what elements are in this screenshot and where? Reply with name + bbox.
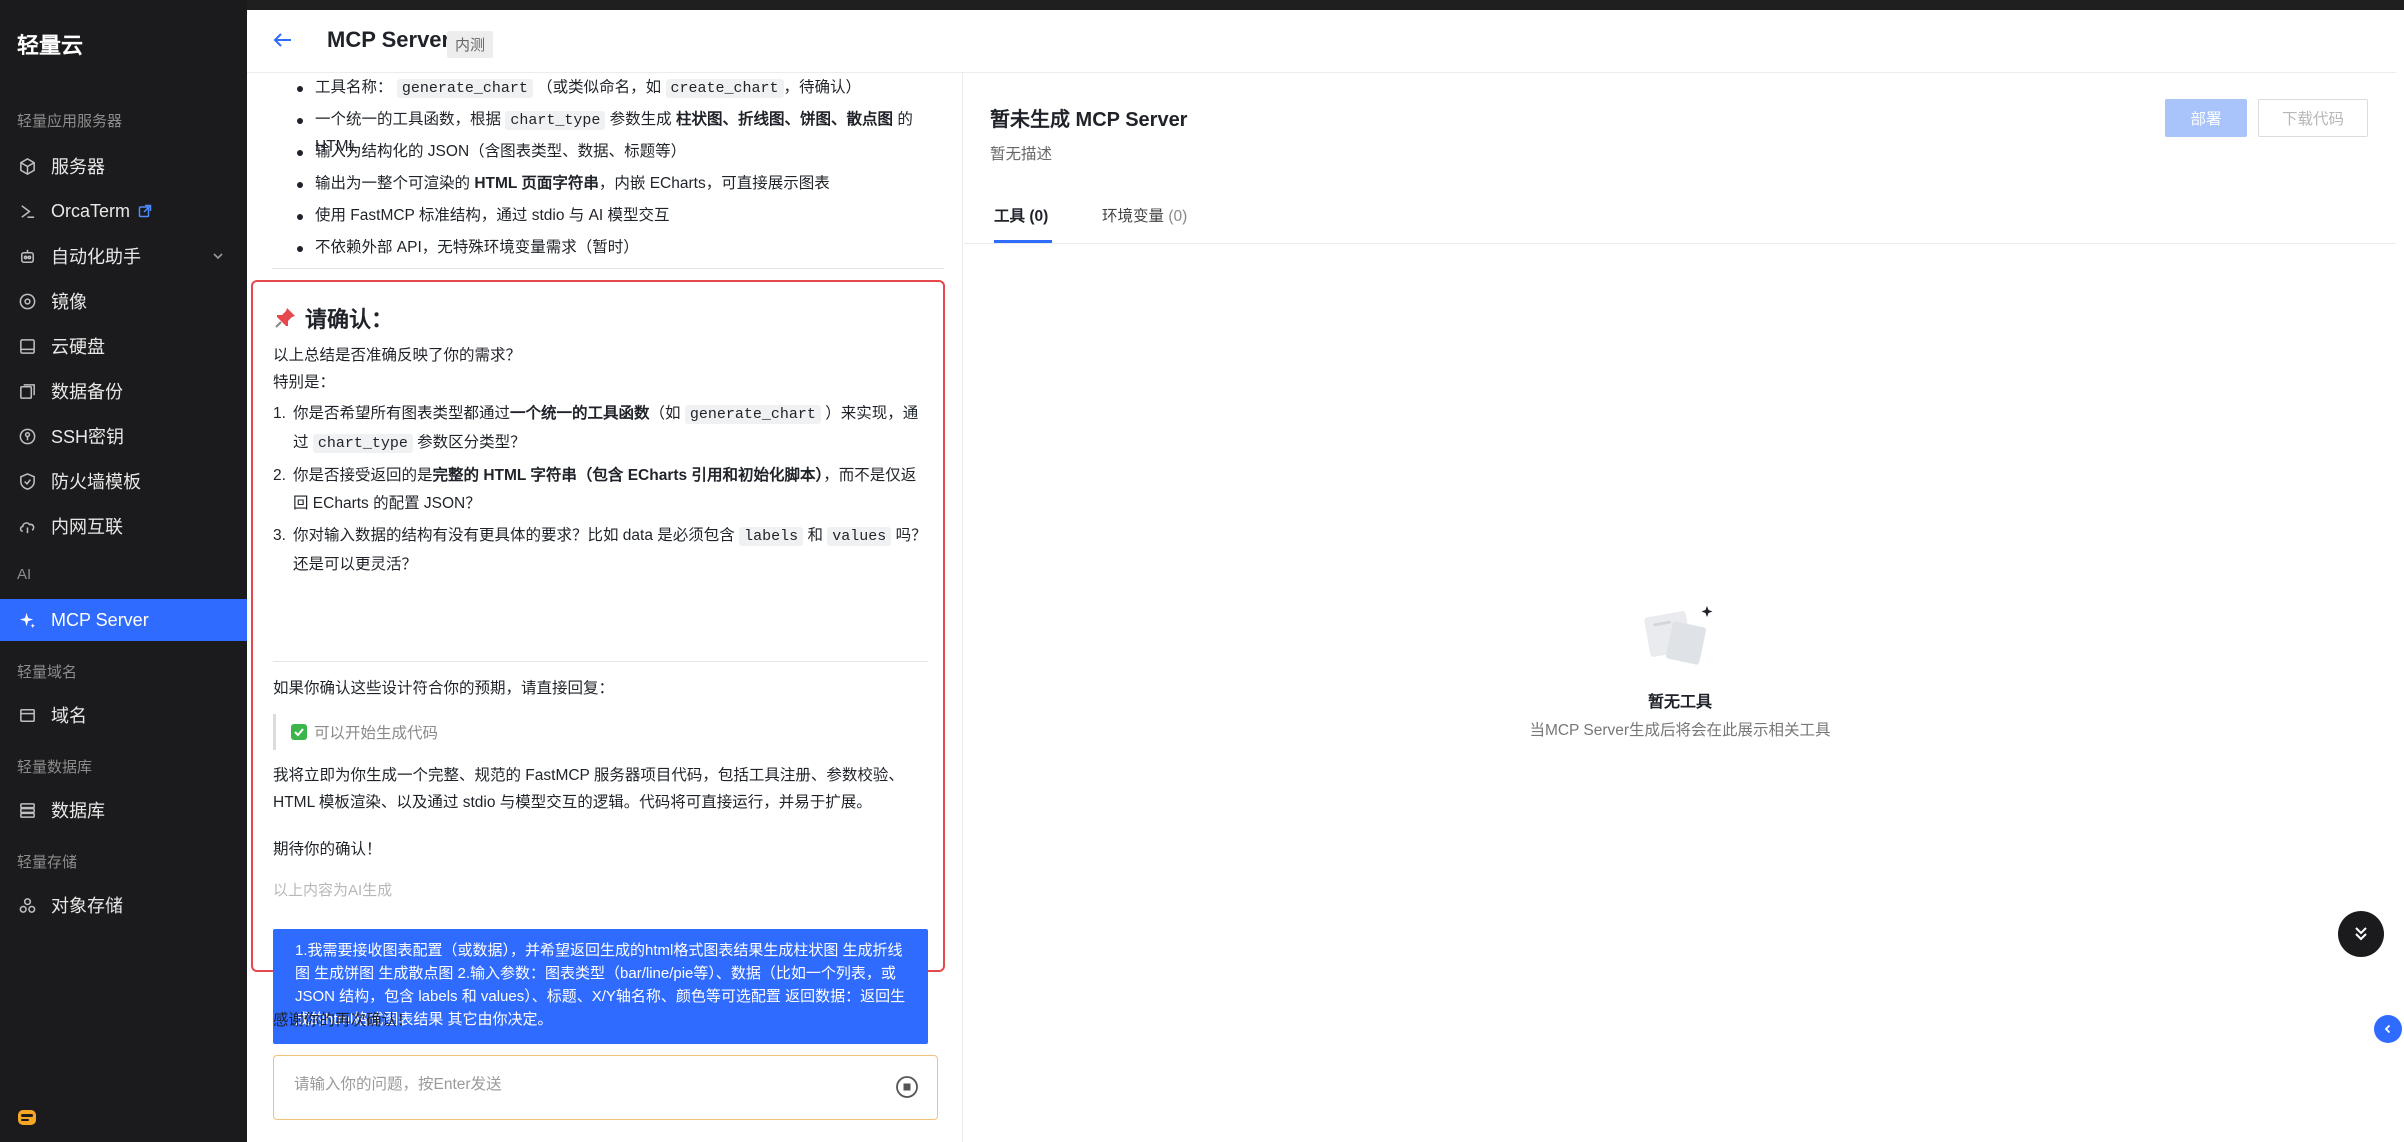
list-item: 不依赖外部 API，无特殊环境变量需求（暂时）: [293, 235, 933, 267]
sidebar-item-ssh[interactable]: SSH密钥: [0, 415, 247, 457]
confirm-title: 请确认：: [273, 302, 393, 334]
sidebar-item-label: SSH密钥: [51, 427, 125, 447]
deploy-button[interactable]: 部署: [2165, 99, 2247, 137]
sidebar: 轻量云 轻量应用服务器 服务器 OrcaTerm 自动化助手 镜像 云硬盘 数据…: [0, 0, 247, 1142]
beta-badge: 内测: [447, 31, 494, 58]
brand-logo: 轻量云: [17, 33, 84, 58]
mcp-detail-panel: 暂未生成 MCP Server 暂无描述 部署 下载代码 工具 (0) 环境变量…: [964, 73, 2396, 1142]
empty-state-title: 暂无工具: [1647, 694, 1712, 711]
list-item: 3. 你对输入数据的结构有没有更具体的要求？比如 data 是必须包含 label…: [273, 527, 927, 573]
disk-icon: [17, 336, 37, 356]
confirm-special: 特别是：: [273, 374, 336, 391]
list-item: 输入为结构化的 JSON（含图表类型、数据、标题等）: [293, 139, 933, 171]
divider: [273, 661, 928, 662]
sidebar-item-label: 云硬盘: [51, 337, 105, 357]
section-light-db: 轻量数据库: [17, 759, 93, 776]
pushpin-icon: [275, 308, 295, 328]
section-light-server: 轻量应用服务器: [17, 113, 123, 130]
divider: [272, 268, 944, 269]
chat-input-box: [273, 1055, 938, 1120]
sidebar-item-orcaterm[interactable]: OrcaTerm: [0, 190, 247, 232]
sidebar-item-server[interactable]: 服务器: [0, 145, 247, 187]
sidebar-item-cloud-disk[interactable]: 云硬盘: [0, 325, 247, 367]
storage-icon: [17, 895, 37, 915]
sparkle-icon: [17, 610, 37, 630]
ai-generated-note: 以上内容为AI生成: [273, 882, 393, 899]
disc-icon: [17, 291, 37, 311]
sidebar-item-label: 镜像: [51, 292, 87, 312]
list-item: 2. 你是否接受返回的是完整的 HTML 字符串（包含 ECharts 引用和初始…: [273, 467, 917, 512]
section-light-domain: 轻量域名: [17, 664, 78, 681]
tab-env-vars[interactable]: 环境变量 (0): [1102, 204, 1187, 226]
page-title: MCP Server: [327, 27, 451, 52]
confirm-message-highlight: 请确认： 以上总结是否准确反映了你的需求？ 特别是： 1. 你是否希望所有图表类型…: [251, 280, 945, 1044]
sidebar-item-intranet[interactable]: 内网互联: [0, 505, 247, 547]
page-header: MCP Server 内测: [247, 10, 2396, 73]
quoted-reply: 可以开始生成代码: [273, 714, 438, 750]
sidebar-item-automation[interactable]: 自动化助手: [0, 235, 247, 277]
chevron-down-icon: [213, 253, 223, 260]
list-item: 工具名称： generate_chart （或类似命名，如 create_cha…: [293, 75, 933, 107]
sidebar-item-mcp-server[interactable]: MCP Server: [0, 599, 247, 641]
sidebar-item-label: 数据备份: [51, 382, 123, 402]
sidebar-item-domain[interactable]: 域名: [0, 694, 247, 736]
robot-icon: [17, 246, 37, 266]
reply-prompt: 如果你确认这些设计符合你的预期，请直接回复：: [273, 680, 615, 697]
plan-text: 我将立即为你生成一个完整、规范的 FastMCP 服务器项目代码，包括工具注册、…: [273, 767, 904, 811]
network-icon: [17, 516, 37, 536]
list-item: 1. 你是否希望所有图表类型都通过一个统一的工具函数（如 generate_cha…: [273, 405, 919, 453]
empty-documents-icon: [1644, 606, 1713, 665]
chat-input[interactable]: [294, 1076, 874, 1094]
sidebar-item-label: MCP Server: [51, 609, 149, 630]
empty-state-subtitle: 当MCP Server生成后将会在此展示相关工具: [1529, 722, 1831, 739]
cube-icon: [17, 156, 37, 176]
double-chevron-down-icon: [2355, 927, 2367, 941]
server-description: 暂无描述: [990, 146, 1053, 163]
top-bar: [0, 0, 2404, 10]
sidebar-item-label: 自动化助手: [51, 247, 141, 267]
back-arrow-icon[interactable]: [271, 28, 295, 52]
server-title: 暂未生成 MCP Server: [990, 109, 1188, 131]
external-link-icon: [138, 204, 152, 218]
sidebar-item-label: 防火墙模板: [51, 472, 141, 492]
sidebar-item-label: 对象存储: [51, 896, 123, 916]
sidebar-item-label: 域名: [51, 706, 87, 726]
sidebar-item-firewall[interactable]: 防火墙模板: [0, 460, 247, 502]
scroll-to-bottom-button[interactable]: [2338, 911, 2384, 957]
database-icon: [17, 800, 37, 820]
terminal-icon: [17, 201, 37, 221]
collapse-panel-button[interactable]: [2374, 1015, 2402, 1043]
confirm-questions: 1. 你是否希望所有图表类型都通过一个统一的工具函数（如 generate_cha…: [273, 400, 928, 583]
shield-icon: [17, 471, 37, 491]
mascot-icon[interactable]: [16, 1106, 38, 1128]
sidebar-item-image[interactable]: 镜像: [0, 280, 247, 322]
sidebar-item-backup[interactable]: 数据备份: [0, 370, 247, 412]
backup-icon: [17, 381, 37, 401]
list-item: 使用 FastMCP 标准结构，通过 stdio 与 AI 模型交互: [293, 203, 933, 235]
sidebar-item-label: OrcaTerm: [51, 200, 131, 221]
list-item: 输出为一整个可渲染的 HTML 页面字符串，内嵌 ECharts，可直接展示图表: [293, 171, 933, 203]
tab-tools[interactable]: 工具 (0): [994, 204, 1048, 226]
expect-text: 期待你的确认！: [273, 841, 382, 858]
assistant-reply: 感谢你的再次确认！: [273, 1012, 413, 1029]
summary-list: 工具名称： generate_chart （或类似命名，如 create_cha…: [293, 73, 933, 267]
confirm-intro: 以上总结是否准确反映了你的需求？: [273, 347, 522, 364]
download-code-button[interactable]: 下载代码: [2258, 99, 2368, 137]
list-item: 一个统一的工具函数，根据 chart_type 参数生成 柱状图、折线图、饼图、…: [293, 107, 933, 155]
checkmark-icon: [291, 724, 307, 740]
sidebar-item-label: 内网互联: [51, 517, 123, 537]
domain-icon: [17, 705, 37, 725]
key-icon: [17, 426, 37, 446]
section-light-storage: 轻量存储: [17, 854, 78, 871]
chevron-left-icon: [2384, 1024, 2391, 1034]
sidebar-item-database[interactable]: 数据库: [0, 789, 247, 831]
detail-tabs: 工具 (0) 环境变量 (0): [964, 188, 2396, 244]
sidebar-item-label: 服务器: [51, 157, 105, 177]
tab-underline: [994, 240, 1052, 243]
chat-panel: 工具名称： generate_chart （或类似命名，如 create_cha…: [247, 73, 963, 1142]
stop-icon[interactable]: [895, 1075, 919, 1099]
sidebar-item-object-storage[interactable]: 对象存储: [0, 884, 247, 926]
sidebar-item-label: 数据库: [51, 801, 105, 821]
section-ai: AI: [17, 566, 32, 583]
